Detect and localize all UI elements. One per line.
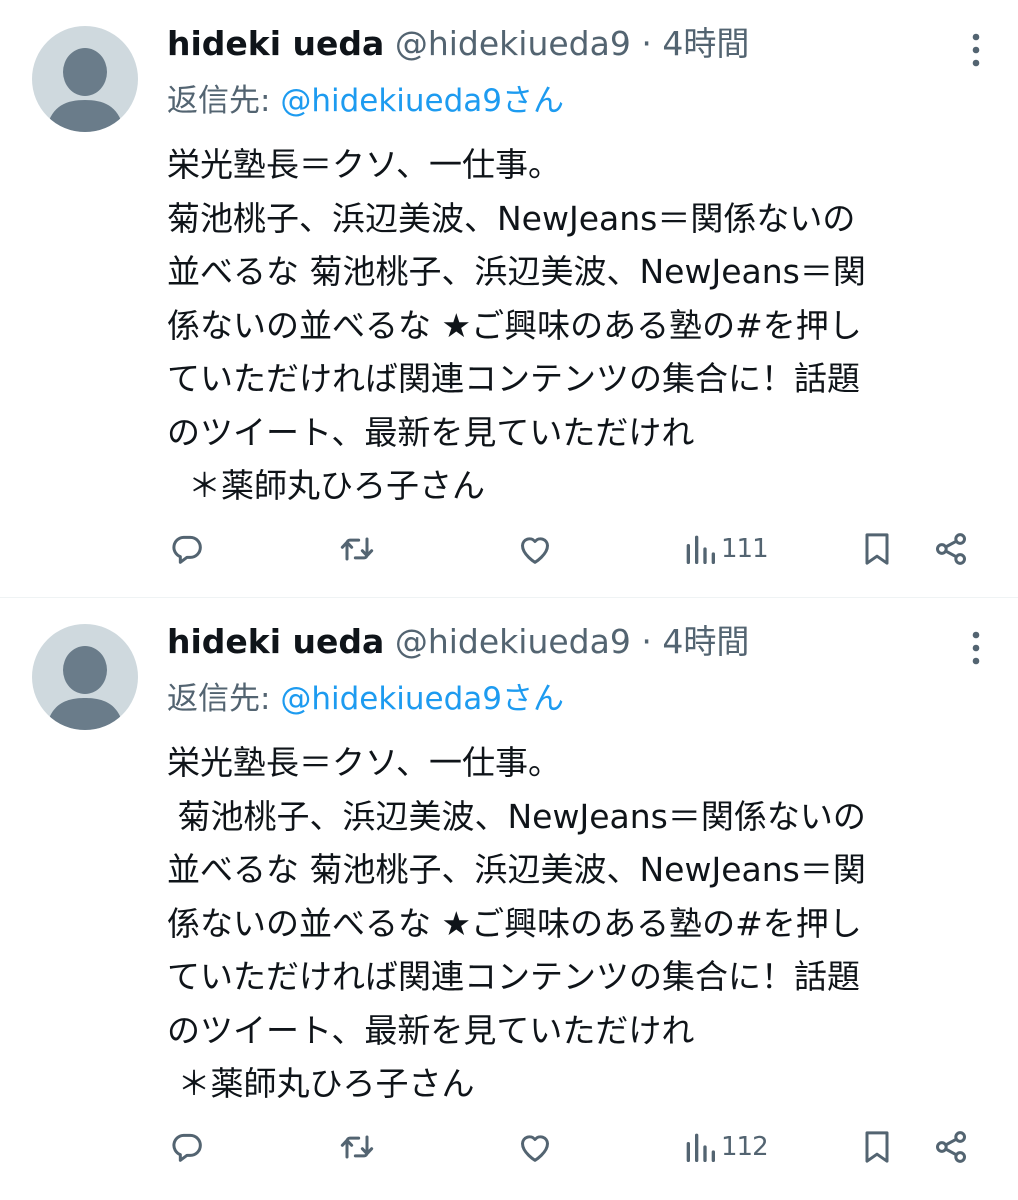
retweet-icon	[340, 537, 374, 561]
separator-dot: ·	[641, 622, 652, 661]
bookmark-button[interactable]	[857, 1123, 897, 1171]
timestamp[interactable]: 4時間	[662, 24, 749, 63]
action-bar: 112	[167, 1123, 978, 1171]
more-options-button[interactable]	[962, 628, 990, 668]
tweet-text-line: ＊薬師丸ひろ子さん	[167, 466, 485, 505]
tweet-text-line: ていただければ関連コンテンツの集合に！話題	[167, 957, 860, 996]
views-button[interactable]: 111	[683, 525, 769, 573]
reply-icon	[172, 1133, 202, 1162]
default-avatar-icon	[46, 48, 124, 132]
reply-context: 返信先: @hidekiueda9さん	[167, 80, 564, 122]
bookmark-button[interactable]	[857, 525, 897, 573]
avatar[interactable]	[32, 26, 138, 132]
views-icon	[686, 1133, 715, 1162]
tweet-text: 栄光塾長＝クソ、一仕事。 菊池桃子、浜辺美波、NewJeans＝関係ないの 並べ…	[167, 736, 987, 1111]
default-avatar-icon	[46, 646, 124, 730]
views-count: 111	[721, 534, 769, 564]
tweet-text-line: ＊薬師丸ひろ子さん	[167, 1064, 475, 1103]
tweet-text-line: のツイート、最新を見ていただけれ	[167, 412, 695, 452]
tweet[interactable]: hideki ueda @hidekiueda9 · 4時間 返信先: @hid…	[0, 598, 1018, 1196]
tweet-text-line: 栄光塾長＝クソ、一仕事。	[167, 145, 562, 184]
action-bar: 111	[167, 525, 978, 573]
tweet-text-line: 係ないの並べるな ★ご興味のある塾の#を押し	[167, 903, 862, 943]
reply-button[interactable]	[167, 1123, 207, 1171]
reply-prefix: 返信先:	[167, 681, 281, 717]
separator-dot: ·	[641, 24, 652, 63]
views-count: 112	[721, 1132, 769, 1162]
views-button[interactable]: 112	[683, 1123, 769, 1171]
tweet-text: 栄光塾長＝クソ、一仕事。 菊池桃子、浜辺美波、NewJeans＝関係ないの 並べ…	[167, 138, 987, 513]
tweet-text-line: ていただければ関連コンテンツの集合に！話題	[167, 359, 860, 398]
more-options-button[interactable]	[962, 30, 990, 70]
tweet-text-line: 菊池桃子、浜辺美波、NewJeans＝関係ないの	[167, 198, 856, 238]
tweet-text-line: 菊池桃子、浜辺美波、NewJeans＝関係ないの	[167, 796, 866, 836]
avatar[interactable]	[32, 624, 138, 730]
like-icon	[521, 1135, 549, 1162]
timestamp[interactable]: 4時間	[662, 622, 749, 661]
more-icon	[972, 33, 980, 67]
tweet[interactable]: hideki ueda @hidekiueda9 · 4時間 返信先: @hid…	[0, 0, 1018, 598]
like-button[interactable]	[515, 525, 555, 573]
share-icon	[936, 533, 966, 565]
views-icon	[686, 535, 715, 564]
share-icon	[936, 1131, 966, 1163]
reply-context: 返信先: @hidekiueda9さん	[167, 678, 564, 720]
reply-prefix: 返信先:	[167, 83, 281, 119]
author-name[interactable]: hideki ueda	[167, 622, 384, 661]
reply-icon	[172, 535, 202, 564]
reply-mention-link[interactable]: @hidekiueda9さん	[280, 83, 564, 119]
retweet-button[interactable]	[337, 1123, 377, 1171]
tweet-text-line: 並べるな 菊池桃子、浜辺美波、NewJeans＝関	[167, 850, 866, 889]
tweet-header: hideki ueda @hidekiueda9 · 4時間	[167, 22, 948, 66]
tweet-text-line: 係ないの並べるな ★ご興味のある塾の#を押し	[167, 305, 862, 345]
tweet-text-line: のツイート、最新を見ていただけれ	[167, 1010, 695, 1050]
share-button[interactable]	[931, 525, 971, 573]
tweet-text-line: 栄光塾長＝クソ、一仕事。	[167, 743, 562, 782]
tweet-header: hideki ueda @hidekiueda9 · 4時間	[167, 620, 948, 664]
reply-button[interactable]	[167, 525, 207, 573]
like-icon	[521, 537, 549, 564]
retweet-icon	[340, 1135, 374, 1159]
tweet-text-line: 並べるな 菊池桃子、浜辺美波、NewJeans＝関	[167, 252, 866, 291]
more-icon	[972, 631, 980, 665]
share-button[interactable]	[931, 1123, 971, 1171]
bookmark-icon	[865, 1131, 889, 1163]
author-handle[interactable]: @hidekiueda9	[395, 622, 631, 661]
retweet-button[interactable]	[337, 525, 377, 573]
author-name[interactable]: hideki ueda	[167, 24, 384, 63]
reply-mention-link[interactable]: @hidekiueda9さん	[280, 681, 564, 717]
like-button[interactable]	[515, 1123, 555, 1171]
author-handle[interactable]: @hidekiueda9	[395, 24, 631, 63]
bookmark-icon	[865, 533, 889, 565]
